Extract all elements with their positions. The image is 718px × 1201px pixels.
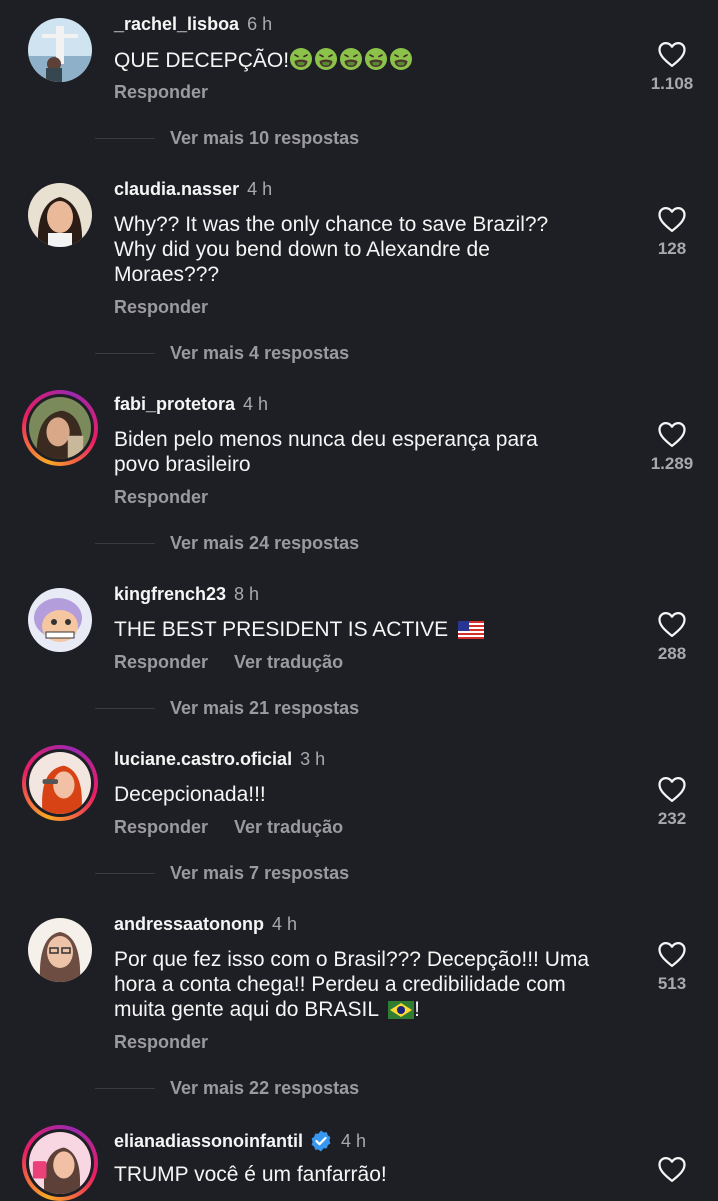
avatar[interactable] — [22, 390, 98, 466]
timestamp: 3 h — [300, 749, 326, 769]
heart-outline-icon — [657, 610, 687, 638]
reply-button[interactable]: Responder — [114, 297, 208, 317]
username[interactable]: luciane.castro.oficial — [114, 749, 292, 770]
like-button[interactable]: 232 — [640, 775, 704, 829]
reply-button[interactable]: Responder — [114, 82, 208, 102]
timestamp: 6 h — [247, 14, 273, 34]
translate-button[interactable]: Ver tradução — [234, 817, 343, 837]
reply-button[interactable]: Responder — [114, 652, 208, 672]
like-count: 232 — [657, 809, 687, 828]
view-more-replies[interactable]: Ver mais 4 respostas — [95, 343, 349, 364]
brazil-flag-icon — [388, 1001, 415, 1020]
username[interactable]: andressaatononp — [114, 914, 264, 935]
comment-text: QUE DECEPÇÃO! — [114, 47, 634, 73]
reply-button[interactable]: Responder — [114, 817, 208, 837]
nauseated-face-emoji-icon — [314, 47, 338, 71]
like-button[interactable]: 513 — [640, 940, 704, 994]
us-flag-icon — [458, 621, 484, 640]
comment-text: Biden pelo menos nunca deu esperança par… — [114, 428, 538, 476]
username[interactable]: elianadiassonoinfantil — [114, 1131, 303, 1152]
username[interactable]: _rachel_lisboa — [114, 14, 239, 35]
comment-text: Why?? It was the only chance to save Bra… — [114, 213, 549, 286]
avatar[interactable] — [22, 745, 98, 821]
comment-text: THE BEST PRESIDENT IS ACTIVE — [114, 617, 634, 642]
heart-outline-icon — [657, 420, 687, 448]
username[interactable]: fabi_protetora — [114, 394, 235, 415]
timestamp: 4 h — [272, 914, 298, 934]
like-count: 1.108 — [650, 74, 694, 93]
timestamp: 4 h — [341, 1130, 367, 1151]
view-more-replies[interactable]: Ver mais 7 respostas — [95, 863, 349, 884]
nauseated-face-emoji-icon — [339, 47, 363, 71]
reply-button[interactable]: Responder — [114, 487, 208, 507]
view-more-replies[interactable]: Ver mais 24 respostas — [95, 533, 359, 554]
like-button[interactable]: 1.289 — [640, 420, 704, 474]
timestamp: 4 h — [243, 394, 269, 414]
username[interactable]: claudia.nasser — [114, 179, 239, 200]
username[interactable]: kingfrench23 — [114, 584, 226, 605]
timestamp: 8 h — [234, 584, 260, 604]
like-button[interactable]: 1.108 — [640, 40, 704, 94]
like-button[interactable]: 288 — [640, 610, 704, 664]
view-more-replies[interactable]: Ver mais 22 respostas — [95, 1078, 359, 1099]
heart-outline-icon — [657, 940, 687, 968]
nauseated-face-emoji-icon — [364, 47, 388, 71]
reply-button[interactable]: Responder — [114, 1032, 208, 1052]
avatar[interactable] — [26, 181, 94, 249]
heart-outline-icon — [657, 1155, 687, 1183]
like-count: 1.289 — [650, 454, 694, 473]
avatar[interactable] — [26, 586, 94, 654]
heart-outline-icon — [657, 205, 687, 233]
comment-text: Por que fez isso com o Brasil??? Decepçã… — [114, 948, 590, 1021]
avatar[interactable] — [26, 916, 94, 984]
like-button[interactable] — [640, 1155, 704, 1183]
like-count: 128 — [657, 239, 687, 258]
view-more-replies[interactable]: Ver mais 10 respostas — [95, 128, 359, 149]
heart-outline-icon — [657, 775, 687, 803]
like-button[interactable]: 128 — [640, 205, 704, 259]
verified-badge-icon — [311, 1130, 331, 1152]
like-count: 288 — [657, 644, 687, 663]
nauseated-face-emoji-icon — [289, 47, 313, 71]
translate-button[interactable]: Ver tradução — [234, 652, 343, 672]
nauseated-face-emoji-icon — [389, 47, 413, 71]
view-more-replies[interactable]: Ver mais 21 respostas — [95, 698, 359, 719]
avatar[interactable] — [22, 1125, 98, 1201]
comment-text: TRUMP você é um fanfarrão! — [114, 1163, 387, 1186]
comment-text: Decepcionada!!! — [114, 783, 266, 806]
timestamp: 4 h — [247, 179, 273, 199]
avatar[interactable] — [26, 16, 94, 84]
like-count: 513 — [657, 974, 687, 993]
heart-outline-icon — [657, 40, 687, 68]
